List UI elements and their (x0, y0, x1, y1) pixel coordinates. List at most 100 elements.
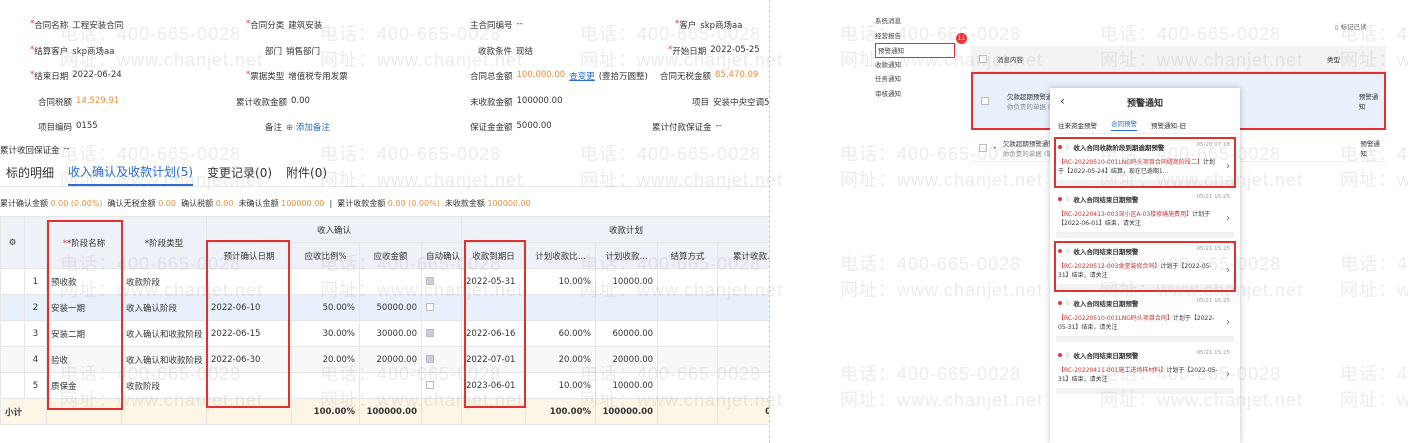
table-row[interactable]: 2 安装一期 收入确认阶段 2022-06-10 50.00% 50000.00 (0, 294, 769, 321)
col-amount[interactable]: 应收金额 (359, 242, 422, 269)
auto-confirm-checkbox[interactable] (426, 381, 434, 389)
cell-plan_amount[interactable]: 20000.00 (595, 346, 659, 373)
settings-gear-icon[interactable]: ⚙ (0, 216, 25, 269)
cell-no[interactable]: 3 (24, 320, 47, 347)
cell-amount[interactable] (359, 268, 422, 295)
col-stage-type[interactable]: *阶段类型 (121, 216, 207, 269)
cell-ratio[interactable] (291, 372, 360, 399)
select-all-checkbox[interactable] (979, 54, 987, 63)
sidebar-item-report[interactable]: 经营报告 (875, 29, 955, 44)
cell-plan_ratio[interactable]: 60.00% (525, 320, 597, 347)
cell-ratio[interactable] (291, 268, 360, 295)
cell-date[interactable] (206, 372, 292, 399)
cell-ratio[interactable]: 30.00% (291, 320, 360, 347)
table-row[interactable]: 4 验收 收入确认和收款阶段 2022-06-30 20.00% 20000.00 2022… (0, 346, 769, 373)
back-arrow-icon[interactable]: ‹ (1060, 94, 1065, 108)
cell-no[interactable]: 5 (24, 372, 47, 399)
cell-type[interactable]: 收款阶段 (121, 268, 207, 295)
view-change-link[interactable]: 查变更 (569, 70, 595, 82)
cell-date[interactable]: 2022-06-10 (206, 294, 292, 321)
chevron-right-icon[interactable]: › (1226, 213, 1230, 224)
cell-plan_amount[interactable]: 60000.00 (595, 320, 659, 347)
cell-amount[interactable]: 50000.00 (359, 294, 422, 321)
table-row[interactable]: 5 质保金 收款阶段 2023-06-01 10.00% 10000.00 (0, 372, 769, 399)
tab-income-plan[interactable]: 收入确认及收款计划(5) (68, 159, 194, 186)
sidebar-item-audit[interactable]: 审核通知 (875, 87, 955, 102)
chevron-right-icon[interactable]: › (1226, 265, 1230, 276)
cell-plan_ratio[interactable] (525, 294, 597, 321)
col-auto-confirm[interactable]: 自动确认 (420, 242, 463, 269)
unread-dot (1058, 301, 1062, 305)
cell-due[interactable]: 2022-06-16 (461, 320, 527, 347)
sidebar-item-system[interactable]: 系统消息 (875, 14, 955, 29)
warning-card[interactable]: ♢ 收入合同结束日期预警 05/21 15:25 【RC-20220512-003食堂… (1054, 241, 1236, 292)
cell-date[interactable]: 2022-06-15 (206, 320, 292, 347)
cell-name[interactable]: 预收款 (46, 268, 122, 295)
mark-read-button[interactable]: ▯ 标记已读 (1335, 21, 1367, 31)
warning-card[interactable]: ♢ 收入合同结束日期预警 05/21 15:25 【RC-20220411-001施工… (1056, 347, 1234, 394)
auto-confirm-checkbox[interactable] (426, 277, 434, 285)
cell-ratio[interactable]: 20.00% (291, 346, 360, 373)
cell-name[interactable]: 安装二期 (46, 320, 122, 347)
cell-due[interactable]: 2023-06-01 (461, 372, 527, 399)
cell-type[interactable]: 收款阶段 (121, 372, 207, 399)
warning-card[interactable]: ♢ 收入合同结束日期预警 05/21 15:25 【RC-20220413-003深小… (1056, 191, 1234, 238)
col-settle-method[interactable]: 结算方式 (657, 242, 719, 269)
warning-card[interactable]: ♢ 收入合同结束日期预警 05/21 15:25 【RC-20220510-001LN… (1056, 295, 1234, 342)
cell-date[interactable] (206, 268, 292, 295)
cell-plan_amount[interactable] (595, 294, 659, 321)
cell-name[interactable]: 验收 (46, 346, 122, 373)
cell-amount[interactable]: 30000.00 (359, 320, 422, 347)
tab-contract-warning[interactable]: 合同预警 (1111, 118, 1137, 131)
row-checkbox[interactable] (979, 143, 987, 152)
auto-confirm-checkbox[interactable] (426, 329, 434, 337)
cell-name[interactable]: 安装一期 (46, 294, 122, 321)
tab-old-warning[interactable]: 预警通知-旧 (1151, 120, 1186, 130)
tab-items[interactable]: 标的明细 (6, 160, 54, 185)
table-row[interactable]: 1 预收款 收款阶段 2022-05-31 10.00% 10000.00 (0, 268, 769, 295)
chevron-right-icon[interactable]: › (1226, 317, 1230, 328)
cell-amount[interactable] (359, 372, 422, 399)
tab-change-log[interactable]: 变更记录(0) (207, 160, 272, 185)
col-plan-ratio[interactable]: 计划收款比... (525, 242, 597, 269)
cell-ratio[interactable]: 50.00% (291, 294, 360, 321)
cell-date[interactable]: 2022-06-30 (206, 346, 292, 373)
cell-no[interactable]: 2 (24, 294, 47, 321)
card-time: 05/21 15:25 (1196, 246, 1230, 252)
col-due-date[interactable]: 收款到期日 (461, 242, 527, 269)
warning-card[interactable]: ♢ 收入合同收款阶段到期逾期预警 05/20 07:18 【RC-20220510-0… (1054, 137, 1236, 188)
col-expected-date[interactable]: 预计确认日期 (206, 242, 292, 269)
col-received[interactable]: 累计收款... (717, 242, 769, 269)
table-row[interactable]: 3 安装二期 收入确认和收款阶段 2022-06-15 30.00% 30000.00 20… (0, 320, 769, 347)
cell-due[interactable]: 2022-07-01 (461, 346, 527, 373)
cell-plan_amount[interactable]: 10000.00 (595, 268, 659, 295)
tab-fund-warning[interactable]: 往来资金预警 (1058, 120, 1097, 130)
cell-type[interactable]: 收入确认和收款阶段 (121, 320, 207, 347)
col-plan-amount[interactable]: 计划收款... (595, 242, 659, 269)
cell-plan_amount[interactable]: 10000.00 (595, 372, 659, 399)
auto-confirm-checkbox[interactable] (426, 303, 434, 311)
row-checkbox[interactable] (981, 97, 989, 105)
cell-plan_ratio[interactable]: 10.00% (525, 268, 597, 295)
chevron-right-icon[interactable]: › (1226, 369, 1230, 380)
add-remark-button[interactable]: ⊕ 添加备注 (286, 121, 330, 133)
cell-no[interactable]: 1 (24, 268, 47, 295)
cell-due[interactable] (461, 294, 527, 321)
cell-amount[interactable]: 20000.00 (359, 346, 422, 373)
cell-due[interactable]: 2022-05-31 (461, 268, 527, 295)
cell-type[interactable]: 收入确认阶段 (121, 294, 207, 321)
sidebar-item-payment[interactable]: 收款通知 (875, 58, 955, 73)
cell-no[interactable]: 4 (24, 346, 47, 373)
cell-type[interactable]: 收入确认和收款阶段 (121, 346, 207, 373)
tab-attachments[interactable]: 附件(0) (286, 160, 327, 185)
field-paid-deposit: 累计付款保证金 -- (652, 121, 722, 133)
cell-plan_ratio[interactable]: 10.00% (525, 372, 597, 399)
auto-confirm-checkbox[interactable] (426, 355, 434, 363)
col-ratio[interactable]: 应收比例% (291, 242, 360, 269)
cell-plan_ratio[interactable]: 20.00% (525, 346, 597, 373)
sidebar-item-warning[interactable]: 预警通知 (875, 43, 955, 58)
cell-name[interactable]: 质保金 (46, 372, 122, 399)
sidebar-item-task[interactable]: 任务通知 (875, 72, 955, 87)
col-stage-name[interactable]: **阶段名称 (46, 216, 122, 269)
chevron-right-icon[interactable]: › (1226, 161, 1230, 172)
